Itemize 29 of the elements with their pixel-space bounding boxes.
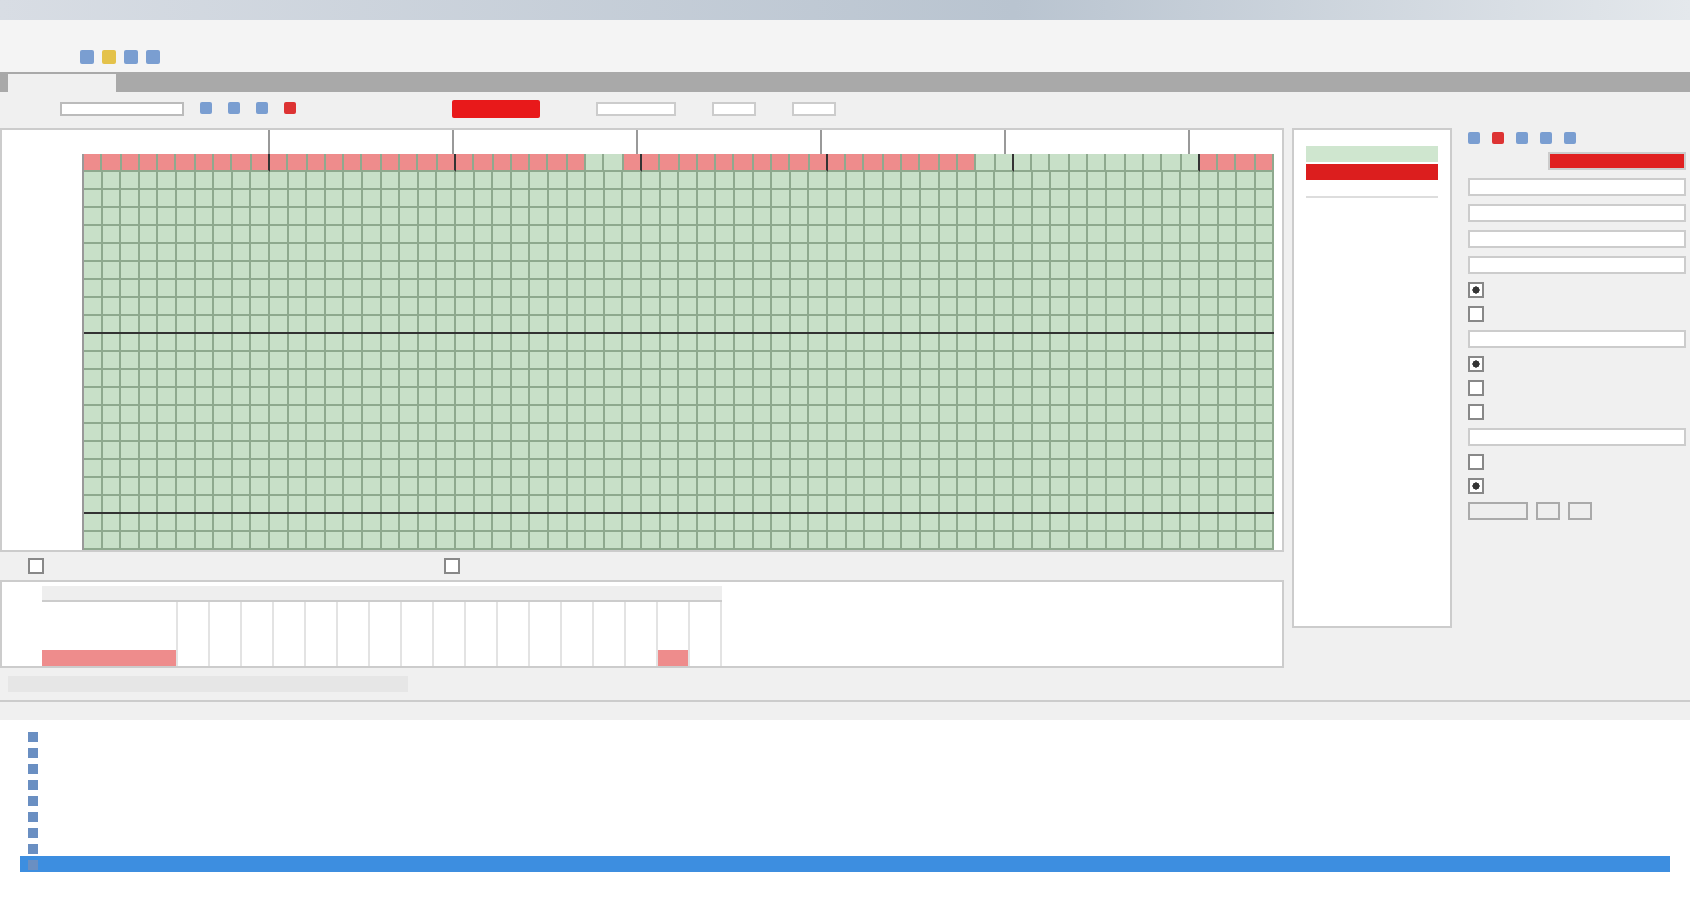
log-item[interactable] [20, 856, 1670, 872]
toolbar-icon[interactable] [228, 102, 240, 114]
checkbox[interactable] [1468, 404, 1484, 420]
checkbox[interactable] [28, 558, 44, 574]
action-button[interactable] [1568, 502, 1592, 520]
checkbox[interactable] [1468, 454, 1484, 470]
toolbar-icon[interactable] [256, 102, 268, 114]
input-field[interactable] [1468, 204, 1686, 222]
dropdown-field[interactable] [60, 101, 184, 115]
dropdown-field[interactable] [1468, 230, 1686, 248]
checkbox[interactable] [1468, 380, 1484, 396]
input-field[interactable] [1468, 178, 1686, 196]
checkbox[interactable] [1468, 356, 1484, 372]
document-tab[interactable] [8, 74, 116, 92]
checkbox[interactable] [444, 558, 460, 574]
toolbar-icon[interactable] [200, 102, 212, 114]
input-field[interactable] [712, 101, 756, 115]
input-field[interactable] [1468, 256, 1686, 274]
checkbox[interactable] [1468, 282, 1484, 298]
status-button[interactable] [452, 99, 540, 117]
checkbox[interactable] [1468, 306, 1484, 322]
input-field[interactable] [1548, 152, 1686, 170]
input-field[interactable] [792, 101, 836, 115]
input-field[interactable] [1468, 330, 1686, 348]
toolbar-icon[interactable] [284, 102, 296, 114]
input-field[interactable] [1468, 428, 1686, 446]
action-button[interactable] [1536, 502, 1560, 520]
checkbox[interactable] [1468, 478, 1484, 494]
input-field[interactable] [596, 101, 676, 115]
